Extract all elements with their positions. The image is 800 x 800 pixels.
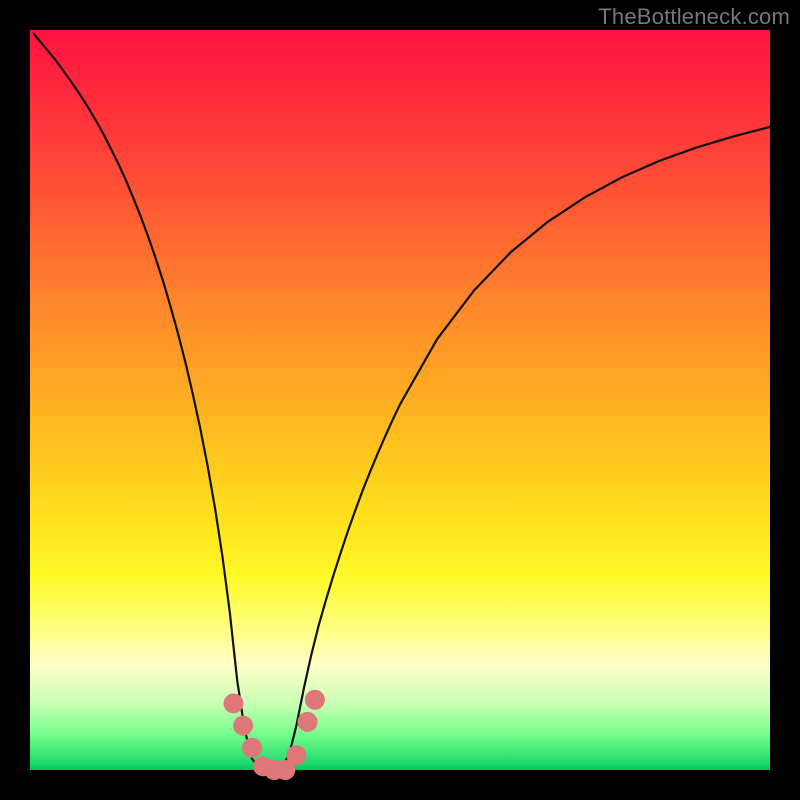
curve-marker xyxy=(224,693,244,713)
curve-marker xyxy=(298,712,318,732)
chart-svg xyxy=(30,30,770,770)
curve-marker xyxy=(305,690,325,710)
plot-area xyxy=(30,30,770,770)
bottleneck-curve xyxy=(34,34,770,770)
marker-group xyxy=(224,690,325,780)
curve-marker xyxy=(286,745,306,765)
chart-frame: TheBottleneck.com xyxy=(0,0,800,800)
watermark-text: TheBottleneck.com xyxy=(598,4,790,30)
curve-marker xyxy=(233,716,253,736)
curve-marker xyxy=(242,738,262,758)
